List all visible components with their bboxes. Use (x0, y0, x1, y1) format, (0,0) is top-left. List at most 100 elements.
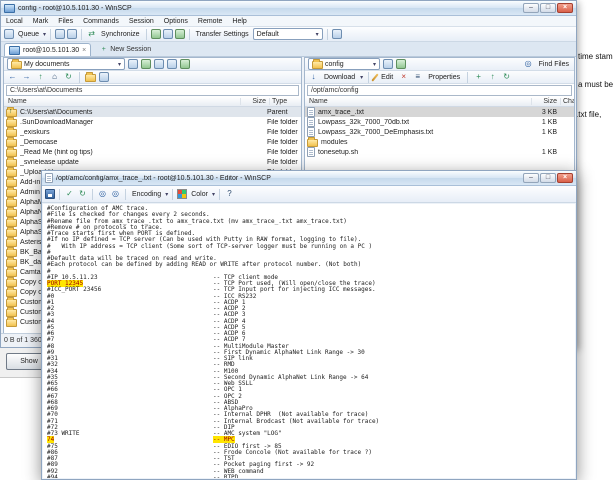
toolbar-icon[interactable] (151, 29, 161, 39)
menu-files[interactable]: Files (53, 16, 78, 27)
local-drive-selector[interactable]: My documents ▾ (7, 58, 125, 70)
main-titlebar[interactable]: config - root@10.5.101.30 - WinSCP – □ × (1, 1, 576, 16)
remote-path[interactable]: /opt/amc/config (307, 85, 572, 96)
file-name: tonesetup.sh (318, 149, 528, 156)
table-row[interactable]: amx_trace_.txt3 KB (305, 107, 574, 117)
properties-icon[interactable]: ≡ (412, 72, 423, 83)
remote-panel-header: config ▾ ◎ Find Files (305, 58, 574, 71)
queue-dropdown-icon[interactable]: ▾ (43, 31, 46, 38)
save-icon[interactable] (45, 189, 55, 199)
close-button[interactable]: × (557, 173, 573, 183)
table-row[interactable]: _DemocaseFile folder (4, 137, 301, 147)
toolbar-icon[interactable] (55, 29, 65, 39)
column-changed[interactable]: Changed (560, 98, 574, 105)
properties-button[interactable]: Properties (426, 74, 462, 81)
home-icon[interactable]: ⌂ (49, 72, 60, 83)
synchronize-button[interactable]: Synchronize (99, 31, 142, 38)
search-next-icon[interactable]: ◎ (110, 189, 121, 200)
check-icon[interactable]: ✓ (64, 189, 75, 200)
menu-options[interactable]: Options (159, 16, 193, 27)
maximize-button[interactable]: □ (540, 3, 556, 13)
search-icon[interactable]: ◎ (97, 189, 108, 200)
column-name[interactable]: Name (305, 98, 531, 105)
local-path[interactable]: C:\Users\at\Documents (6, 85, 299, 96)
panel-toolbar-icon[interactable] (396, 59, 406, 69)
download-icon[interactable]: ↓ (308, 72, 319, 83)
menu-mark[interactable]: Mark (28, 16, 54, 27)
panel-toolbar-icon[interactable] (128, 59, 138, 69)
toolbar-separator (172, 189, 173, 200)
table-row[interactable]: _exiskursFile folder (4, 127, 301, 137)
table-row[interactable]: Lowpass_32k_7000_DeEmphasis.txt1 KB (305, 127, 574, 137)
file-icon (307, 147, 315, 157)
new-dir-icon[interactable]: + (473, 72, 484, 83)
back-icon[interactable]: ← (7, 72, 18, 83)
menu-remote[interactable]: Remote (193, 16, 228, 27)
maximize-button[interactable]: □ (540, 173, 556, 183)
session-close-icon[interactable]: × (82, 47, 86, 54)
minimize-button[interactable]: – (523, 3, 539, 13)
toolbar-separator (50, 29, 51, 40)
table-row[interactable]: modules (305, 137, 574, 147)
column-name[interactable]: Name (4, 98, 240, 105)
table-row[interactable]: Lowpass_32k_7000_70db.txt1 KB (305, 117, 574, 127)
table-row[interactable]: tonesetup.sh1 KB (305, 147, 574, 157)
panel-toolbar-icon[interactable] (154, 59, 164, 69)
refresh-icon[interactable]: ↻ (501, 72, 512, 83)
menu-commands[interactable]: Commands (78, 16, 124, 27)
parent-dir-icon[interactable]: ↑ (35, 72, 46, 83)
chevron-down-icon: ▾ (360, 74, 363, 81)
table-row[interactable]: _Read Me (hint og tips)File folder (4, 147, 301, 157)
file-name: .SunDownloadManager (20, 119, 232, 126)
queue-button[interactable]: Queue (16, 31, 41, 38)
toolbar-icon[interactable] (163, 29, 173, 39)
encoding-dropdown[interactable]: Encoding (130, 191, 163, 198)
close-button[interactable]: × (557, 3, 573, 13)
forward-icon[interactable]: → (21, 72, 32, 83)
session-tab-label: root@10.5.101.30 (23, 47, 79, 54)
table-row[interactable]: C:\Users\at\DocumentsParent (4, 107, 301, 117)
code-column: #94 (47, 475, 213, 478)
parent-dir-icon[interactable]: ↑ (487, 72, 498, 83)
table-row[interactable]: _svnelease updateFile folder (4, 157, 301, 167)
column-size[interactable]: Size (531, 98, 557, 105)
transfer-settings-dropdown[interactable]: Default ▾ (253, 28, 323, 40)
reload-icon[interactable]: ↻ (77, 189, 88, 200)
toolbar-icon[interactable] (67, 29, 77, 39)
queue-toggle-icon[interactable] (4, 29, 14, 39)
session-tab-active[interactable]: root@10.5.101.30 × (4, 43, 91, 56)
edit-button[interactable]: Edit (379, 74, 395, 81)
color-icon[interactable] (177, 189, 187, 199)
transfer-settings-label: Transfer Settings (194, 31, 251, 38)
menu-session[interactable]: Session (124, 16, 159, 27)
minimize-button[interactable]: – (523, 173, 539, 183)
edit-icon[interactable] (371, 73, 378, 81)
panel-toolbar-icon[interactable] (383, 59, 393, 69)
remote-dir-selector[interactable]: config ▾ (308, 58, 380, 70)
editor-content[interactable]: #Configuration of AMC trace.#File is che… (43, 204, 575, 478)
file-size: 1 KB (531, 129, 557, 136)
refresh-icon[interactable]: ↻ (63, 72, 74, 83)
find-files-button[interactable]: Find Files (537, 61, 571, 68)
toolbar-icon[interactable] (175, 29, 185, 39)
download-button[interactable]: Download (322, 74, 357, 81)
panel-toolbar-icon[interactable] (180, 59, 190, 69)
open-dir-icon[interactable] (85, 74, 96, 82)
editor-titlebar[interactable]: /opt/amc/config/amx_trace_.txt - root@10… (42, 171, 576, 186)
panel-toolbar-icon[interactable] (141, 59, 151, 69)
column-type[interactable]: Type (269, 98, 301, 105)
panel-toolbar-icon[interactable] (167, 59, 177, 69)
table-row[interactable]: .SunDownloadManagerFile folder (4, 117, 301, 127)
file-size: 3 KB (531, 109, 557, 116)
toolbar-icon[interactable] (332, 29, 342, 39)
color-dropdown[interactable]: Color (189, 191, 210, 198)
column-size[interactable]: Size (240, 98, 266, 105)
synchronize-icon[interactable]: ⇄ (86, 29, 97, 40)
delete-icon[interactable]: × (398, 72, 409, 83)
menu-local[interactable]: Local (1, 16, 28, 27)
help-icon[interactable]: ? (224, 189, 235, 200)
find-files-icon[interactable]: ◎ (523, 59, 534, 70)
new-session-button[interactable]: + New Session (95, 43, 155, 56)
menu-help[interactable]: Help (227, 16, 251, 27)
panel-toolbar-icon[interactable] (99, 72, 109, 82)
